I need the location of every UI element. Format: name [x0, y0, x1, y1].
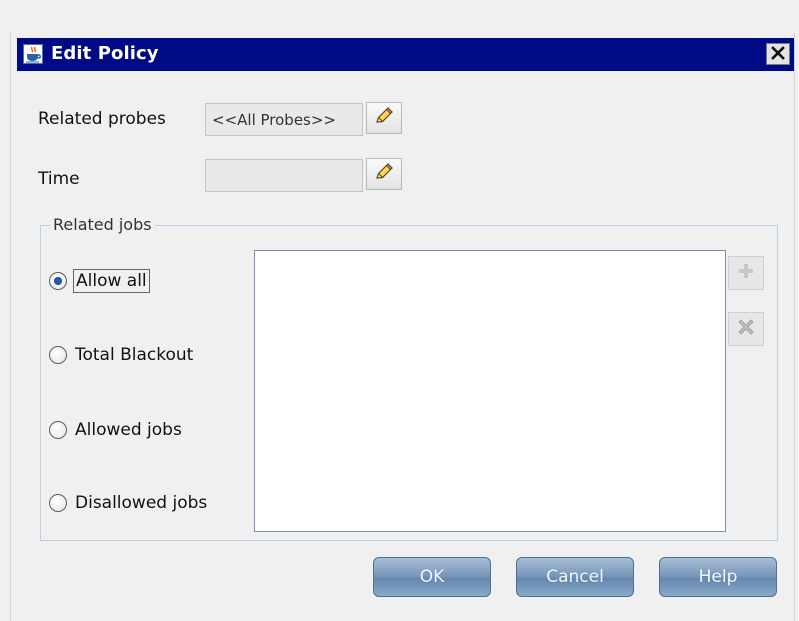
related-probes-field: <<All Probes>>: [205, 103, 363, 136]
radio-allow-all-label: Allow all: [73, 269, 150, 293]
radio-button[interactable]: [49, 494, 67, 512]
close-button[interactable]: [766, 43, 790, 65]
radio-allow-all[interactable]: Allow all: [49, 268, 150, 294]
radio-button[interactable]: [49, 421, 67, 439]
time-label: Time: [38, 169, 80, 189]
java-cup-icon: [23, 44, 43, 64]
edit-time-button[interactable]: [366, 158, 402, 190]
radio-disallowed-jobs[interactable]: Disallowed jobs: [49, 490, 209, 516]
close-icon: [771, 45, 785, 64]
edit-related-probes-button[interactable]: [366, 102, 402, 134]
cancel-button[interactable]: Cancel: [516, 557, 634, 597]
related-probes-label: Related probes: [38, 109, 166, 129]
radio-allowed-jobs[interactable]: Allowed jobs: [49, 417, 184, 443]
radio-allowed-jobs-label: Allowed jobs: [75, 420, 182, 440]
help-button[interactable]: Help: [659, 557, 777, 597]
pencil-icon: [373, 161, 395, 187]
radio-total-blackout[interactable]: Total Blackout: [49, 342, 195, 368]
ok-button[interactable]: OK: [373, 557, 491, 597]
remove-job-button[interactable]: [728, 312, 764, 346]
radio-total-blackout-label: Total Blackout: [75, 345, 194, 365]
radio-disallowed-jobs-label: Disallowed jobs: [75, 493, 208, 513]
related-jobs-group-label: Related jobs: [50, 215, 155, 234]
plus-icon: [737, 262, 755, 284]
jobs-list[interactable]: [254, 250, 726, 532]
pencil-icon: [373, 105, 395, 131]
radio-button[interactable]: [49, 272, 67, 290]
radio-selected-dot: [54, 277, 62, 285]
add-job-button[interactable]: [728, 256, 764, 290]
radio-button[interactable]: [49, 346, 67, 364]
dialog-title: Edit Policy: [51, 43, 159, 64]
title-bar: Edit Policy: [17, 38, 794, 71]
time-field: [205, 159, 363, 192]
delete-icon: [736, 317, 756, 341]
